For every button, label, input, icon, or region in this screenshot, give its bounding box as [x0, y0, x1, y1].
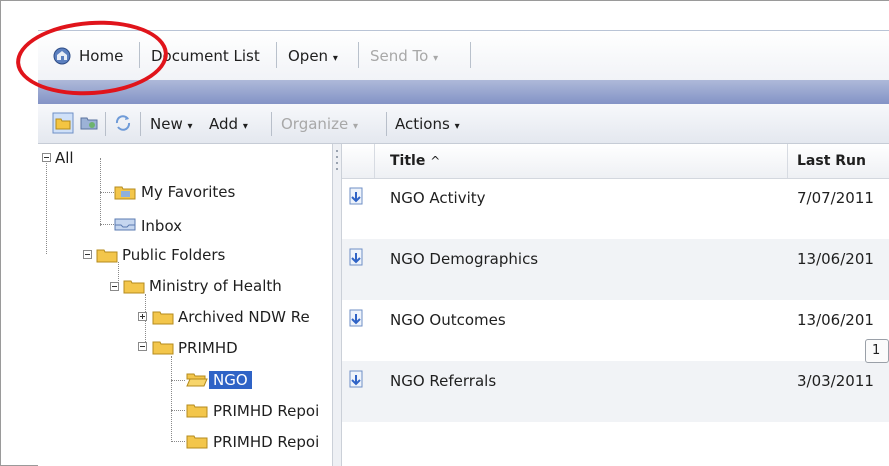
collapse-icon[interactable]: [138, 342, 147, 351]
row-title: NGO Activity: [390, 189, 486, 207]
title-header-label: Title: [390, 153, 426, 169]
report-icon: [349, 309, 363, 327]
toolbar-separator: [140, 112, 141, 136]
menu-separator: [139, 42, 140, 68]
collapse-icon[interactable]: [83, 250, 92, 259]
row-title: NGO Outcomes: [390, 311, 506, 329]
splitter-grip: [336, 168, 338, 170]
folder-icon: [186, 404, 208, 418]
folder-icon: [186, 435, 208, 449]
open-folder-icon: [186, 373, 208, 387]
tree-item-primhd[interactable]: PRIMHD: [178, 337, 238, 359]
tree-item-all[interactable]: All: [55, 147, 74, 169]
row-last-run: 3/03/2011: [797, 372, 874, 390]
tree-item-ministry-of-health[interactable]: Ministry of Health: [149, 275, 282, 297]
chevron-down-icon: ▾: [454, 121, 460, 132]
tree-connector: [171, 441, 185, 442]
collapse-icon[interactable]: [110, 282, 119, 291]
menu-separator: [358, 42, 359, 68]
header-band: [38, 80, 889, 105]
toolbar-separator: [105, 112, 106, 136]
document-list-button[interactable]: Document List: [151, 44, 260, 68]
tree-connector: [100, 224, 114, 225]
add-menu-button[interactable]: Add ▾: [209, 113, 248, 135]
tree-connector: [171, 410, 185, 411]
organize-menu-button[interactable]: Organize ▾: [281, 113, 358, 135]
row-last-run: 13/06/201: [797, 250, 874, 268]
tree-connector: [46, 158, 47, 254]
splitter-grip: [336, 150, 338, 152]
toolbar-separator: [386, 112, 387, 136]
chevron-down-icon: ▾: [433, 53, 439, 64]
pane-splitter[interactable]: [332, 144, 342, 466]
refresh-icon[interactable]: [112, 112, 134, 134]
folder-icon: [123, 280, 145, 294]
list-header: Title ^ Last Run: [342, 144, 889, 179]
new-menu-button[interactable]: New ▾: [150, 113, 193, 135]
last-run-column-header[interactable]: Last Run: [797, 151, 866, 171]
table-row[interactable]: NGO Activity 7/07/2011: [342, 178, 889, 239]
menu-separator: [276, 42, 277, 68]
new-label: New: [150, 115, 183, 133]
tree-item-public-folders[interactable]: Public Folders: [122, 244, 225, 266]
row-last-run: 7/07/2011: [797, 189, 874, 207]
selected-label: NGO: [209, 371, 252, 389]
table-row[interactable]: NGO Outcomes 13/06/201: [342, 300, 889, 361]
tree-item-primhd-reports-1[interactable]: PRIMHD Repoi: [213, 400, 319, 422]
actions-menu-button[interactable]: Actions ▾: [395, 113, 460, 135]
table-row[interactable]: NGO Referrals 3/03/2011: [342, 361, 889, 422]
collapse-icon[interactable]: [42, 153, 51, 162]
row-title: NGO Referrals: [390, 372, 497, 390]
send-to-label: Send To: [370, 47, 429, 65]
tree-connector: [145, 294, 146, 348]
tree-item-my-favorites[interactable]: My Favorites: [141, 181, 235, 203]
folder-icon: [96, 249, 118, 263]
menu-separator: [470, 42, 471, 68]
chevron-down-icon: ▾: [352, 121, 359, 132]
folder-icon: [152, 311, 174, 325]
folder-icon[interactable]: [52, 112, 74, 134]
row-last-run: 13/06/201: [797, 311, 874, 329]
tree-item-primhd-reports-2[interactable]: PRIMHD Repoi: [213, 431, 319, 453]
document-list: Title ^ Last Run NGO Activity 7/07/2011 …: [342, 144, 889, 466]
chevron-down-icon: ▾: [242, 121, 248, 132]
categories-icon[interactable]: [78, 112, 100, 134]
toolbar-separator: [271, 112, 272, 136]
home-button[interactable]: Home: [79, 44, 123, 68]
splitter-grip: [336, 162, 338, 164]
table-row[interactable]: NGO Demographics 13/06/201: [342, 239, 889, 300]
row-title: NGO Demographics: [390, 250, 539, 268]
add-label: Add: [209, 115, 239, 133]
report-icon: [349, 187, 363, 205]
tooltip: 1: [865, 339, 889, 363]
open-menu-button[interactable]: Open ▾: [288, 44, 338, 68]
column-separator: [374, 144, 375, 178]
toolbar: New ▾ Add ▾ Organize ▾ Actions ▾: [38, 104, 889, 144]
inbox-icon: [114, 218, 136, 231]
open-label: Open: [288, 47, 329, 65]
favorites-folder-icon: [114, 186, 136, 200]
sort-ascending-icon: ^: [430, 154, 441, 168]
tree-item-inbox[interactable]: Inbox: [141, 215, 182, 237]
send-to-menu-button[interactable]: Send To ▾: [370, 44, 438, 68]
folder-icon: [152, 341, 174, 355]
folder-tree: All My Favorites Inbox Public Folders Mi…: [38, 144, 332, 466]
column-separator: [787, 144, 788, 178]
expand-icon[interactable]: [138, 312, 147, 321]
title-column-header[interactable]: Title ^: [390, 151, 440, 171]
actions-label: Actions: [395, 115, 450, 133]
report-icon: [349, 248, 363, 266]
tree-item-archived-ndw[interactable]: Archived NDW Re: [178, 306, 310, 328]
chevron-down-icon: ▾: [187, 121, 193, 132]
report-icon: [349, 370, 363, 388]
top-menu-bar: Home Document List Open ▾ Send To ▾: [38, 30, 889, 80]
tree-item-ngo[interactable]: NGO: [209, 369, 252, 391]
splitter-grip: [336, 156, 338, 158]
tree-connector: [171, 356, 172, 442]
tree-connector: [100, 192, 114, 193]
tree-connector: [171, 380, 185, 381]
organize-label: Organize: [281, 115, 349, 133]
chevron-down-icon: ▾: [332, 53, 338, 64]
home-icon[interactable]: [52, 46, 72, 66]
